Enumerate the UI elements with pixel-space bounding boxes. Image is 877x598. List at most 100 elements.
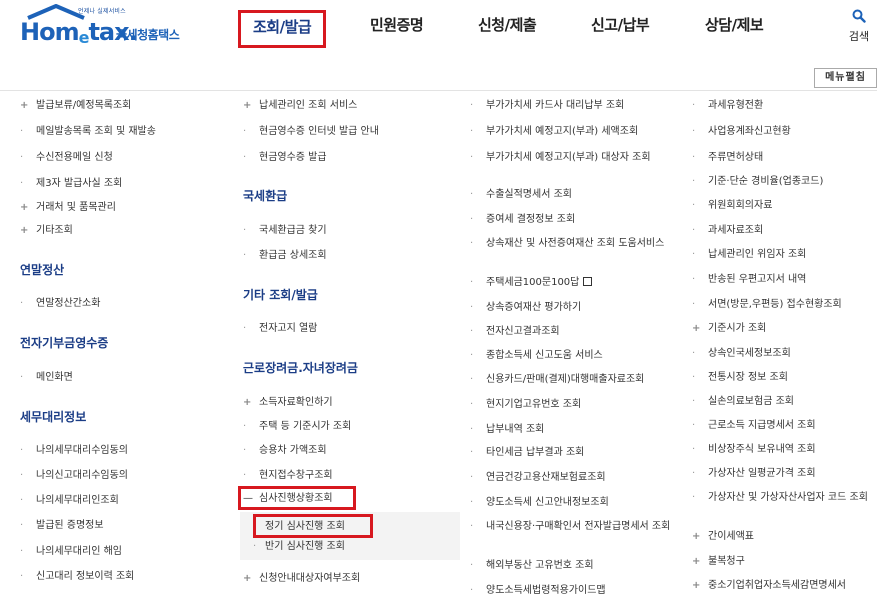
bullet-icon: ·: [243, 470, 247, 481]
menu-item[interactable]: · 타인세금 납부결과 조회: [470, 446, 584, 459]
menu-item[interactable]: · 종합소득세 신고도움 서비스: [470, 349, 603, 362]
menu-item[interactable]: · 메인화면: [20, 371, 73, 384]
global-header: 언제나 실제서비스 Hometax. 국세청홈택스 조회/발급 민원증명 신청/…: [0, 0, 877, 60]
menu-item[interactable]: + 거래처 및 품목관리: [20, 201, 116, 214]
menu-item[interactable]: · 상속재산 및 사전증여재산 조회 도움서비스: [470, 237, 678, 250]
menu-item[interactable]: + 기타조회: [20, 224, 73, 237]
menu-item[interactable]: · 위원회회의자료: [692, 199, 772, 212]
menu-item[interactable]: · 승용차 가액조회: [243, 444, 327, 457]
menu-item[interactable]: · 부가가치세 카드사 대리납부 조회: [470, 99, 624, 112]
menu-item[interactable]: + 불복청구: [692, 555, 745, 568]
menu-item[interactable]: · 제3자 발급사실 조회: [20, 177, 122, 190]
menu-item[interactable]: · 수출실적명세서 조회: [470, 188, 572, 201]
menu-item[interactable]: · 전자신고결과조회: [470, 325, 560, 338]
section-work-incentive[interactable]: 근로장려금.자녀장려금: [243, 359, 358, 376]
menu-item[interactable]: · 비상장주식 보유내역 조회: [692, 443, 816, 456]
bullet-icon: ·: [692, 200, 696, 211]
menu-item[interactable]: · 신고대리 정보이력 조회: [20, 570, 134, 583]
menu-item[interactable]: + 중소기업취업자소득세감면명세서: [692, 579, 846, 592]
menu-item[interactable]: · 상속증여재산 평가하기: [470, 301, 581, 314]
menu-item[interactable]: · 나의세무대리수임동의: [20, 444, 128, 457]
menu-item[interactable]: · 양도소득세 신고안내정보조회: [470, 496, 609, 509]
section-tax-refund[interactable]: 국세환급: [243, 187, 287, 204]
menu-item[interactable]: + 납세관리인 조회 서비스: [243, 99, 357, 112]
menu-item[interactable]: · 반송된 우편고지서 내역: [692, 273, 806, 286]
menu-item[interactable]: · 나의세무대리인 해임: [20, 545, 122, 558]
logo-tagline: 언제나 실제서비스: [78, 8, 126, 15]
menu-item[interactable]: · 과세유형전환: [692, 99, 763, 112]
menu-item[interactable]: · 현금영수증 발급: [243, 151, 327, 164]
menu-item[interactable]: · 실손의료보험금 조회: [692, 395, 794, 408]
menu-item[interactable]: · 주택 등 기준시가 조회: [243, 420, 351, 433]
menu-item[interactable]: · 전통시장 정보 조회: [692, 371, 788, 384]
section-donation-receipt[interactable]: 전자기부금영수증: [20, 334, 108, 351]
menu-item[interactable]: · 근로소득 지급명세서 조회: [692, 419, 816, 432]
menu-item[interactable]: · 부가가치세 예정고지(부과) 대상자 조회: [470, 151, 678, 164]
menu-item[interactable]: + 신청안내대상자여부조회: [243, 572, 360, 585]
menu-item[interactable]: · 신용카드/판매(결제)대행매출자료조회: [470, 373, 644, 386]
menu-item[interactable]: + 발급보류/예정목록조회: [20, 99, 131, 112]
menu-item[interactable]: · 메일발송목록 조회 및 재발송: [20, 125, 156, 138]
menu-item[interactable]: · 현지접수창구조회: [243, 469, 333, 482]
bullet-icon: ·: [692, 348, 696, 359]
plus-icon: +: [243, 573, 252, 584]
menu-item[interactable]: · 연금건강고용산재보험료조회: [470, 471, 606, 484]
bullet-icon: ·: [20, 152, 24, 163]
menu-item[interactable]: · 국세환급금 찾기: [243, 224, 327, 237]
section-other-lookup[interactable]: 기타 조회/발급: [243, 286, 318, 303]
menu-item[interactable]: + 기준시가 조회: [692, 322, 766, 335]
menu-item[interactable]: · 수신전용메일 신청: [20, 151, 113, 164]
menu-item[interactable]: · 상속인국세정보조회: [692, 347, 791, 360]
menu-item[interactable]: · 내국신용장·구매확인서 전자발급명세서 조회: [470, 520, 680, 533]
menu-item-expanded[interactable]: — 심사진행상황조회: [243, 492, 333, 505]
menu-item[interactable]: · 나의신고대리수임동의: [20, 469, 128, 482]
expand-menu-button[interactable]: 메뉴펼침: [814, 68, 877, 88]
menu-item[interactable]: · 주류면허상태: [692, 151, 763, 164]
menu-item[interactable]: · 발급된 증명정보: [20, 519, 104, 532]
menu-item[interactable]: · 해외부동산 고유번호 조회: [470, 559, 594, 572]
bullet-icon: ·: [20, 571, 24, 582]
nav-lookup-issue[interactable]: 조회/발급: [238, 10, 327, 48]
menu-item[interactable]: · 사업용계좌신고현황: [692, 125, 791, 138]
menu-item[interactable]: · 현금영수증 인터넷 발급 안내: [243, 125, 379, 138]
menu-item[interactable]: · 납세관리인 위임자 조회: [692, 248, 806, 261]
bullet-icon: ·: [20, 470, 24, 481]
nav-consult[interactable]: 상담/제보: [705, 10, 764, 48]
bullet-icon: ·: [243, 250, 247, 261]
bullet-icon: ·: [20, 126, 24, 137]
plus-icon: +: [20, 225, 29, 236]
nav-certificate[interactable]: 민원증명: [370, 10, 424, 48]
submenu-item-regular-review[interactable]: 정기 심사진행 조회: [265, 520, 345, 533]
menu-item[interactable]: · 납부내역 조회: [470, 423, 544, 436]
search-button[interactable]: 검색: [842, 8, 876, 44]
menu-item[interactable]: + 소득자료확인하기: [243, 396, 333, 409]
menu-item[interactable]: · 부가가치세 예정고지(부과) 세액조회: [470, 125, 638, 138]
section-tax-agent-info[interactable]: 세무대리정보: [20, 408, 86, 425]
menu-item[interactable]: · 나의세무대리인조회: [20, 494, 119, 507]
external-link-icon: [583, 277, 593, 286]
bullet-icon: ·: [20, 178, 24, 189]
menu-item[interactable]: · 증여세 결정정보 조회: [470, 213, 575, 226]
menu-item[interactable]: · 기준·단순 경비율(업종코드): [692, 175, 823, 188]
bullet-icon: ·: [243, 152, 247, 163]
bullet-icon: ·: [692, 468, 696, 479]
menu-item[interactable]: · 전자고지 열람: [243, 322, 317, 335]
menu-item[interactable]: · 과세자료조회: [692, 224, 763, 237]
menu-item[interactable]: · 서면(방문,우편등) 접수현황조회: [692, 298, 842, 311]
menu-item[interactable]: · 가상자산 및 가상자산사업자 코드 조회: [692, 491, 877, 504]
menu-item[interactable]: · 가상자산 일평균가격 조회: [692, 467, 816, 480]
submenu-item-half-review[interactable]: · 반기 심사진행 조회: [253, 540, 345, 553]
bullet-icon: ·: [243, 126, 247, 137]
nav-application[interactable]: 신청/제출: [478, 10, 537, 48]
bullet-icon: ·: [692, 420, 696, 431]
menu-item[interactable]: · 현지기업고유번호 조회: [470, 398, 581, 411]
menu-item[interactable]: + 간이세액표: [692, 530, 754, 543]
menu-item[interactable]: · 주택세금100문100답: [470, 276, 593, 289]
hometax-logo[interactable]: 언제나 실제서비스 Hometax. 국세청홈택스: [20, 4, 220, 48]
bullet-icon: ·: [470, 152, 474, 163]
menu-item[interactable]: · 환급금 상세조회: [243, 249, 327, 262]
nav-report-payment[interactable]: 신고/납부: [591, 10, 650, 48]
menu-item[interactable]: · 양도소득세법령적용가이드맵: [470, 584, 606, 597]
menu-item[interactable]: · 연말정산간소화: [20, 297, 100, 310]
section-year-end-settlement[interactable]: 연말정산: [20, 261, 64, 278]
